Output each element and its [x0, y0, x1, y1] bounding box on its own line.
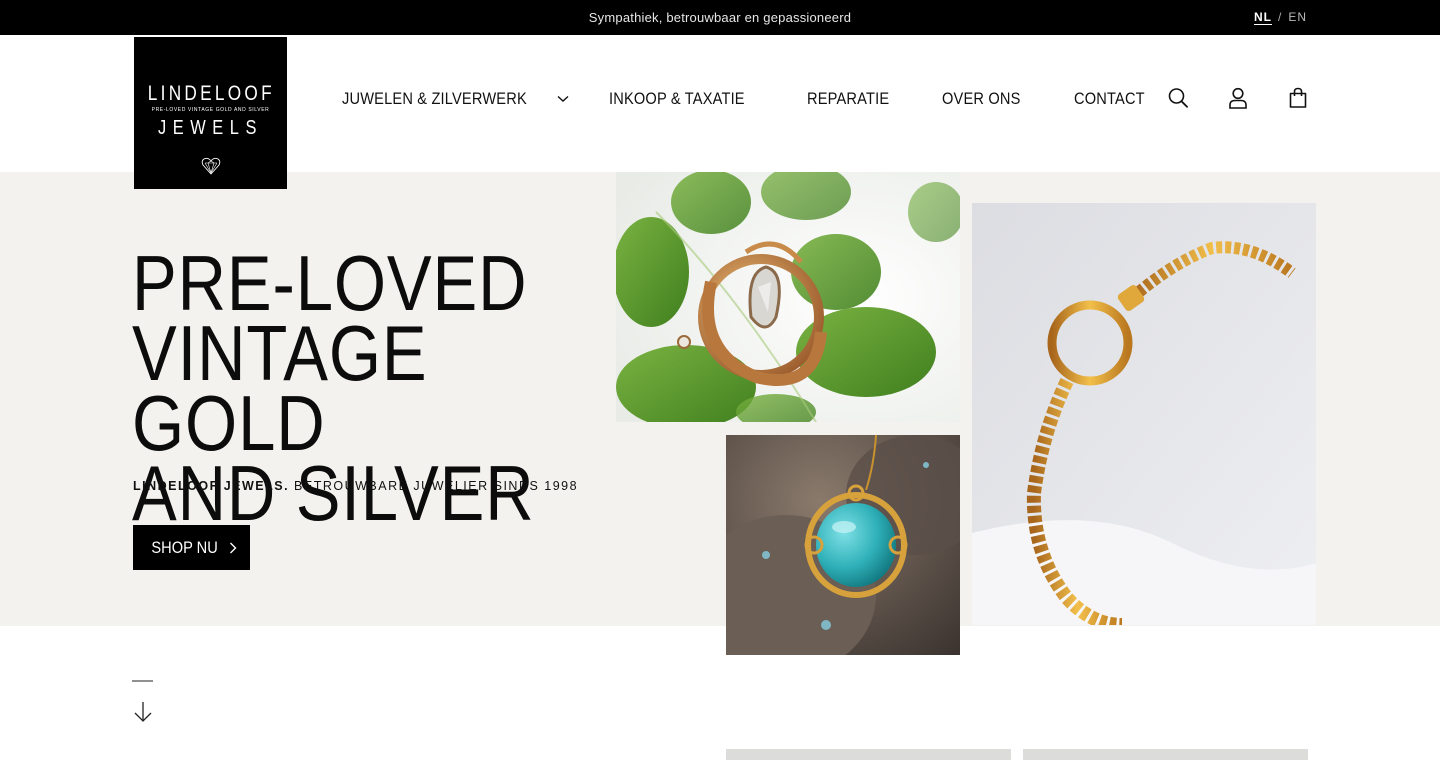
- hero-subtitle: LINDELOOF JEWELS. BETROUWBARE JUWELIER S…: [133, 479, 578, 493]
- logo-line-3: JEWELS: [158, 117, 263, 139]
- hero-title-line: AND SILVER: [132, 449, 535, 537]
- product-card-image[interactable]: [726, 749, 1011, 760]
- shop-now-button[interactable]: SHOP NU: [133, 525, 250, 570]
- nav-item-inkoop-taxatie[interactable]: INKOOP & TAXATIE: [609, 89, 767, 109]
- chevron-down-icon: [557, 95, 569, 102]
- account-icon[interactable]: [1228, 87, 1248, 109]
- product-card-image[interactable]: [1023, 749, 1308, 760]
- cart-bag-icon[interactable]: [1288, 87, 1308, 109]
- announcement-text: Sympathiek, betrouwbaar en gepassioneerd: [588, 10, 852, 25]
- nav-item-reparatie[interactable]: REPARATIE: [807, 89, 903, 109]
- lang-nl-link[interactable]: NL: [1254, 10, 1272, 24]
- hero-subtitle-rest: BETROUWBARE JUWELIER SINDS 1998: [289, 479, 579, 493]
- nav-item-label: OVER ONS: [942, 89, 1021, 108]
- search-icon[interactable]: [1168, 87, 1188, 109]
- logo-line-2: PRE-LOVED VINTAGE GOLD AND SILVER: [151, 107, 270, 113]
- scroll-down-icon[interactable]: [132, 680, 154, 724]
- nav-item-label: CONTACT: [1073, 89, 1145, 108]
- announcement-bar: Sympathiek, betrouwbaar en gepassioneerd…: [0, 0, 1440, 35]
- hero-subtitle-brand: LINDELOOF JEWELS.: [133, 479, 290, 493]
- language-switcher: NL / EN: [1254, 10, 1307, 24]
- nav-item-contact[interactable]: CONTACT: [1074, 89, 1156, 109]
- nav-item-juwelen-zilverwerk[interactable]: JUWELEN & ZILVERWERK: [342, 89, 569, 109]
- site-header: LINDELOOF PRE-LOVED VINTAGE GOLD AND SIL…: [0, 35, 1440, 189]
- nav-item-label: REPARATIE: [806, 89, 890, 108]
- main-nav: JUWELEN & ZILVERWERK INKOOP & TAXATIE RE…: [342, 89, 1196, 109]
- shop-now-label: SHOP NU: [151, 537, 218, 557]
- heart-diamond-icon: [201, 157, 221, 175]
- nav-item-over-ons[interactable]: OVER ONS: [942, 89, 1033, 109]
- nav-item-label: JUWELEN & ZILVERWERK: [342, 89, 527, 108]
- chevron-right-icon: [230, 542, 237, 553]
- logo-line-1: LINDELOOF: [147, 82, 275, 105]
- header-actions: [1168, 87, 1308, 109]
- bracelet-product-image[interactable]: [972, 203, 1316, 625]
- hero-title-line: VINTAGE GOLD: [132, 309, 428, 467]
- logo[interactable]: LINDELOOF PRE-LOVED VINTAGE GOLD AND SIL…: [134, 37, 287, 189]
- pendant-product-image[interactable]: [726, 435, 960, 655]
- brooch-product-image[interactable]: [616, 172, 960, 422]
- lang-separator: /: [1277, 10, 1283, 24]
- nav-item-label: INKOOP & TAXATIE: [608, 89, 745, 108]
- lang-en-link[interactable]: EN: [1288, 10, 1307, 24]
